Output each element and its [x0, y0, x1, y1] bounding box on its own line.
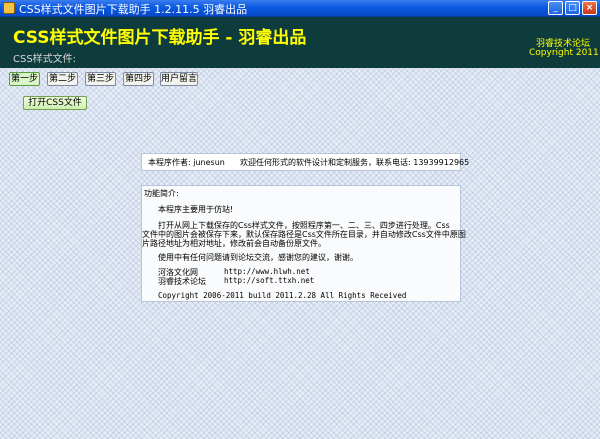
window-title-bar[interactable]: CSS样式文件图片下载助手 1.2.11.5 羽睿出品 _ □ × [0, 0, 600, 17]
link-url-hlwh[interactable]: http://www.hlwh.net [224, 267, 310, 276]
tab-step-1[interactable]: 第一步 [9, 72, 40, 86]
close-button[interactable]: × [582, 1, 597, 15]
intro-purpose: 本程序主要用于仿站! [158, 205, 234, 214]
intro-paragraph-line-3: 片路径地址为相对地址，修改前会自动备份原文件。 [142, 239, 326, 248]
feature-intro-panel: 功能简介: 本程序主要用于仿站! 打开从网上下载保存的Css样式文件，按照程序第… [141, 185, 466, 302]
intro-contact-note: 使用中有任何问题请到论坛交流，感谢您的建议，谢谢。 [158, 253, 358, 262]
window-title: CSS样式文件图片下载助手 1.2.11.5 羽睿出品 [19, 3, 248, 16]
minimize-button[interactable]: _ [548, 1, 563, 15]
app-header: CSS样式文件图片下载助手 - 羽睿出品 CSS样式文件: 羽睿技术论坛 Cop… [0, 17, 600, 68]
author-info-bar: 本程序作者: junesun 欢迎任何形式的软件设计和定制服务，联系电话: 13… [141, 153, 469, 171]
app-title: CSS样式文件图片下载助手 - 羽睿出品 [13, 28, 307, 48]
open-css-file-button[interactable]: 打开CSS文件 [23, 96, 87, 110]
service-contact-label: 欢迎任何形式的软件设计和定制服务，联系电话: 13939912965 [240, 158, 470, 167]
intro-copyright: Copyright 2006-2011 build 2011.2.28 All … [158, 291, 407, 300]
copyright-label: Copyright 2011 [529, 48, 599, 58]
tab-user-messages[interactable]: 用户留言 [160, 72, 198, 86]
maximize-button[interactable]: □ [565, 1, 580, 15]
intro-heading: 功能简介: [144, 189, 179, 198]
tab-step-2[interactable]: 第二步 [47, 72, 78, 86]
css-file-label: CSS样式文件: [13, 54, 77, 65]
tab-step-4[interactable]: 第四步 [123, 72, 154, 86]
link-name-forum: 羽睿技术论坛 [158, 277, 206, 286]
link-url-forum[interactable]: http://soft.ttxh.net [224, 276, 314, 285]
app-icon [3, 2, 15, 14]
tab-step-3[interactable]: 第三步 [85, 72, 116, 86]
author-label: 本程序作者: junesun [148, 158, 225, 167]
